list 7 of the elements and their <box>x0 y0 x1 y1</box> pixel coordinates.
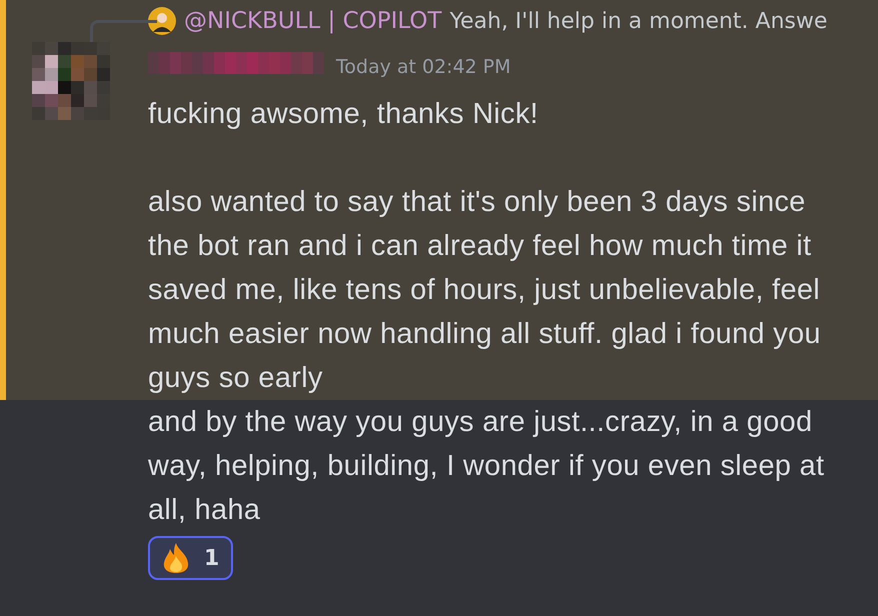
message-text: and by the way you guys are just...crazy, in a good way, helping, building, I wonder if you even sleep at all, haha <box>148 405 826 528</box>
reply-author[interactable]: @NICKBULL | COPILOT <box>184 8 442 34</box>
avatar-icon[interactable] <box>148 7 176 35</box>
reaction-button[interactable]: 1 <box>148 536 234 580</box>
fire-icon <box>162 542 190 574</box>
reply-preview[interactable]: Yeah, I'll help in a moment. Answe <box>450 8 828 34</box>
timestamp: Today at 02:42 PM <box>336 56 511 78</box>
